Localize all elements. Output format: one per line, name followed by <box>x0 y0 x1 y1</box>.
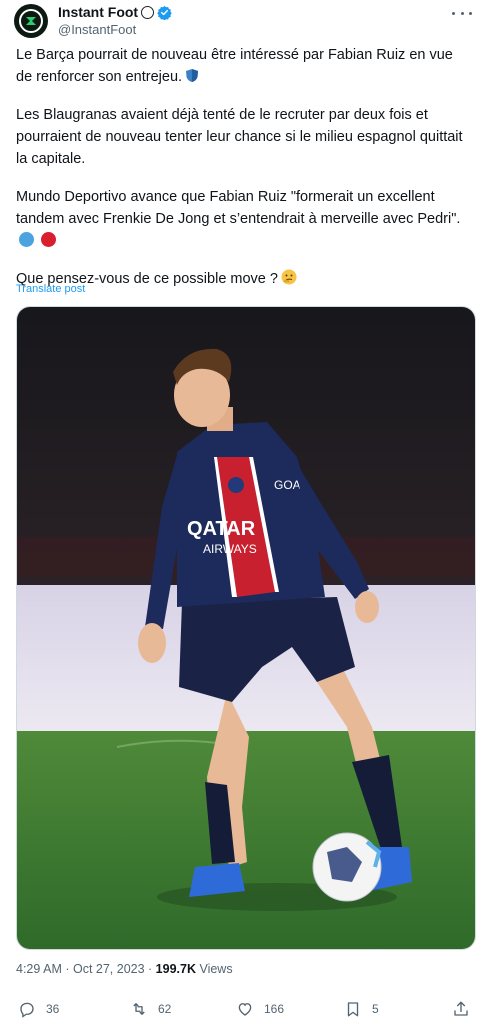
red-circle-icon <box>41 232 57 247</box>
reply-button[interactable]: 36 <box>18 1000 59 1018</box>
reply-count: 36 <box>46 1002 60 1016</box>
tweet-metadata: 4:29 AM · Oct 27, 2023 · 199.7K Views <box>16 962 233 976</box>
like-count: 166 <box>264 1002 285 1016</box>
football-player-photo: QATAR AIRWAYS GOAT <box>17 307 475 949</box>
avatar[interactable] <box>14 4 48 38</box>
shield-icon <box>186 69 199 82</box>
views-count: 199.7K <box>155 962 196 976</box>
views-label: Views <box>199 962 233 976</box>
paragraph-text: Le Barça pourrait de nouveau être intére… <box>16 47 453 85</box>
action-bar: 36 62 166 5 <box>14 1000 472 1022</box>
heart-icon <box>238 1003 252 1016</box>
soccer-ball-icon <box>141 5 155 19</box>
bookmark-count: 5 <box>372 1002 379 1016</box>
repost-button[interactable]: 62 <box>130 1000 171 1018</box>
paragraph-text: Les Blaugranas avaient déjà tenté de le … <box>16 107 463 167</box>
tweet-time[interactable]: 4:29 AM <box>16 962 62 976</box>
translate-post-link[interactable]: Translate post <box>16 283 85 295</box>
like-button[interactable]: 166 <box>236 1000 284 1018</box>
more-options-icon[interactable] <box>452 6 472 20</box>
user-handle[interactable]: @InstantFoot <box>58 22 136 37</box>
tweet-paragraph: Le Barça pourrait de nouveau être intére… <box>16 44 472 88</box>
thinking-face-icon <box>281 269 297 285</box>
tweet-media-photo[interactable]: QATAR AIRWAYS GOAT <box>16 306 476 950</box>
bookmark-icon <box>347 1002 359 1017</box>
tweet-body: Le Barça pourrait de nouveau être intére… <box>16 44 472 306</box>
repost-count: 62 <box>158 1002 172 1016</box>
tweet-header: Instant Foot @InstantFoot <box>14 4 476 40</box>
bookmark-button[interactable]: 5 <box>344 1000 379 1018</box>
tweet-paragraph: Les Blaugranas avaient déjà tenté de le … <box>16 104 472 170</box>
meta-separator: · <box>61 962 73 976</box>
svg-text:AIRWAYS: AIRWAYS <box>203 542 257 556</box>
blue-circle-icon <box>19 232 34 247</box>
tweet-paragraph: Mundo Deportivo avance que Fabian Ruiz "… <box>16 186 472 252</box>
share-icon <box>454 1001 468 1016</box>
name-row: Instant Foot <box>58 4 172 20</box>
instant-foot-logo-icon <box>19 9 43 33</box>
reply-icon <box>20 1002 34 1018</box>
share-button[interactable] <box>452 1000 470 1018</box>
meta-separator: · <box>144 962 156 976</box>
tweet-date[interactable]: Oct 27, 2023 <box>73 962 145 976</box>
svg-text:QATAR: QATAR <box>187 518 256 540</box>
repost-icon <box>133 1003 145 1015</box>
display-name[interactable]: Instant Foot <box>58 4 138 20</box>
paragraph-text: Mundo Deportivo avance que Fabian Ruiz "… <box>16 189 461 227</box>
verified-badge-icon <box>157 5 172 20</box>
